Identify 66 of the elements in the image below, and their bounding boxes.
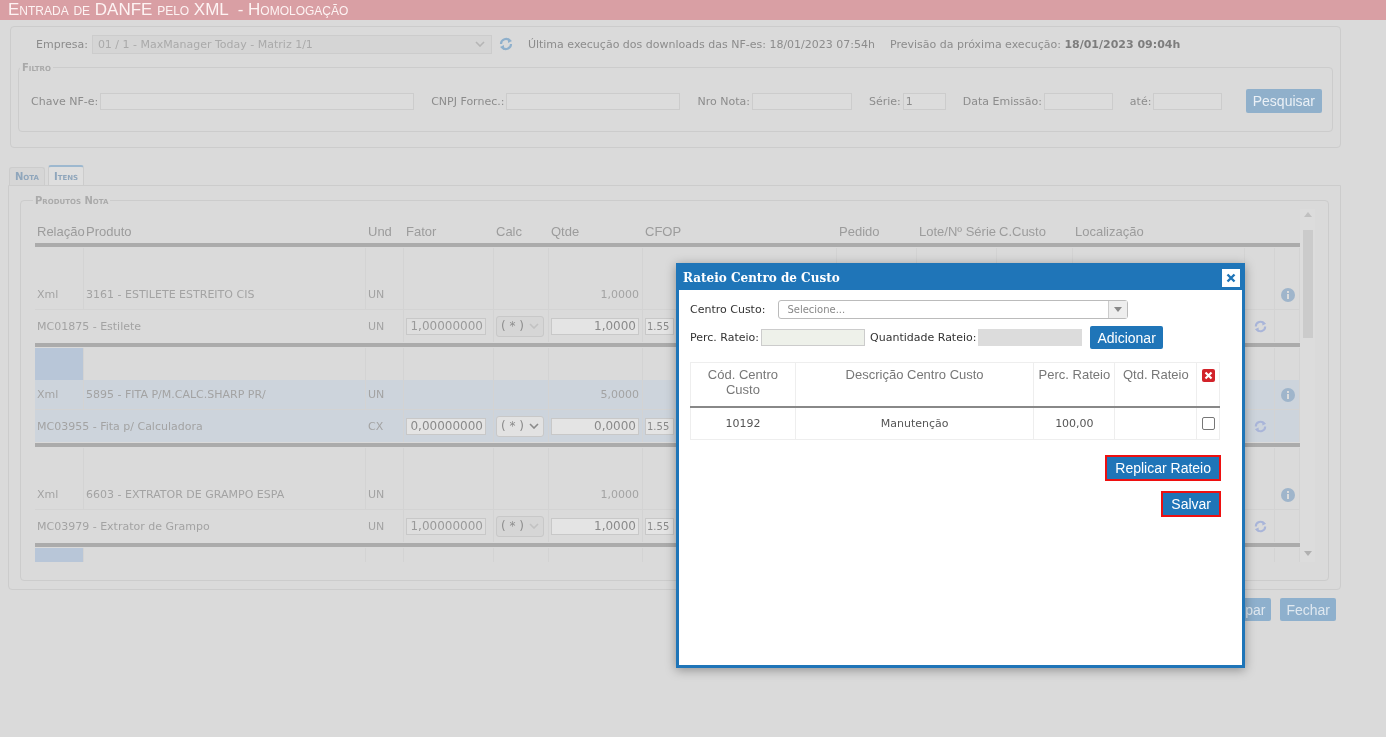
percent-field[interactable] [761, 329, 866, 346]
refresh-icon[interactable] [1253, 518, 1268, 534]
table-cell: 5,0000 [600, 388, 639, 401]
column-header: Fator [406, 224, 437, 239]
close-button[interactable]: Fechar [1280, 598, 1336, 621]
info-icon[interactable] [1281, 387, 1295, 402]
refresh-icon[interactable] [1253, 418, 1268, 434]
chevron-icon [529, 423, 539, 429]
info-icon[interactable] [1281, 287, 1295, 302]
table-cell: 5895 - FITA P/M.CALC.SHARP PR/ [86, 388, 266, 401]
caret-icon [1114, 307, 1123, 312]
cost-center-select[interactable]: Selecione... [778, 300, 1129, 319]
factor-field[interactable]: 0,00000000 [406, 417, 486, 435]
quantity-field[interactable]: 0,0000 [551, 417, 639, 435]
field-label: Data Emissão: [962, 94, 1042, 108]
last-run-text: Última execução dos downloads das NF-es: 18/01/2023 07:54h [527, 37, 875, 51]
scroll-down-icon[interactable] [1303, 551, 1312, 556]
chevron-icon [474, 41, 485, 47]
info-icon[interactable] [1281, 487, 1295, 502]
tab[interactable]: Nota [9, 167, 45, 185]
column-header: Und [368, 224, 392, 239]
field-label: Série: [868, 94, 901, 108]
column-header: Perc. Rateio [1038, 367, 1111, 382]
column-header: Descrição Centro Custo [845, 367, 984, 382]
tab[interactable]: Itens [47, 165, 85, 185]
field-label: até: [1129, 94, 1152, 108]
next-run-text: Previsão da próxima execução: 18/01/2023 09:04h [889, 37, 1181, 51]
refresh-icon[interactable] [1253, 318, 1268, 334]
table-cell: Manutenção [880, 417, 949, 430]
table-cell: CX [368, 419, 384, 433]
cfop-field[interactable]: 1.55 [645, 417, 674, 435]
column-header: Produto [86, 224, 132, 239]
delete-icon[interactable] [1201, 369, 1215, 382]
filter-field[interactable]: 1 [902, 92, 946, 110]
replicate-button[interactable]: Replicar Rateio [1105, 455, 1221, 481]
add-button[interactable]: Adicionar [1090, 326, 1163, 349]
row-checkbox[interactable] [1201, 417, 1215, 431]
field-label: Quantidade Rateio: [870, 331, 977, 344]
company-label: Empresa: [36, 37, 88, 51]
scroll-up-icon[interactable] [1303, 212, 1312, 217]
calc-select[interactable]: ( * ) [496, 415, 544, 437]
refresh-icon[interactable] [497, 36, 514, 52]
save-button[interactable]: Salvar [1161, 491, 1221, 517]
column-header: Localização [1075, 224, 1144, 239]
column-header: Cód. Centro Custo [707, 367, 778, 397]
field-label: Perc. Rateio: [690, 331, 760, 344]
close-icon [1226, 272, 1236, 283]
column-header: C.Custo [999, 224, 1046, 239]
field-label: CNPJ Fornec.: [431, 94, 505, 108]
column-header: Relação [37, 224, 85, 239]
column-header: Qtde [551, 224, 580, 239]
column-header: CFOP [645, 224, 682, 239]
search-button[interactable]: Pesquisar [1245, 89, 1322, 113]
column-header: Calc [496, 224, 522, 239]
column-header: Pedido [839, 224, 880, 239]
page-title: Entrada de DANFE pelo XML - Homologação [8, 0, 349, 19]
table-cell: 100,00 [1055, 417, 1094, 430]
column-header: Qtd. Rateio [1122, 367, 1189, 382]
table-cell: 10192 [725, 417, 761, 430]
field-label: Centro Custo: [690, 303, 766, 316]
table-cell: UN [368, 388, 385, 401]
close-button[interactable] [1222, 268, 1240, 287]
field-label: Nro Nota: [697, 94, 750, 108]
field-label: Chave NF-e: [31, 94, 99, 108]
column-header: Lote/Nº Série [919, 224, 996, 239]
dialog-title: Rateio Centro de Custo [683, 270, 840, 285]
